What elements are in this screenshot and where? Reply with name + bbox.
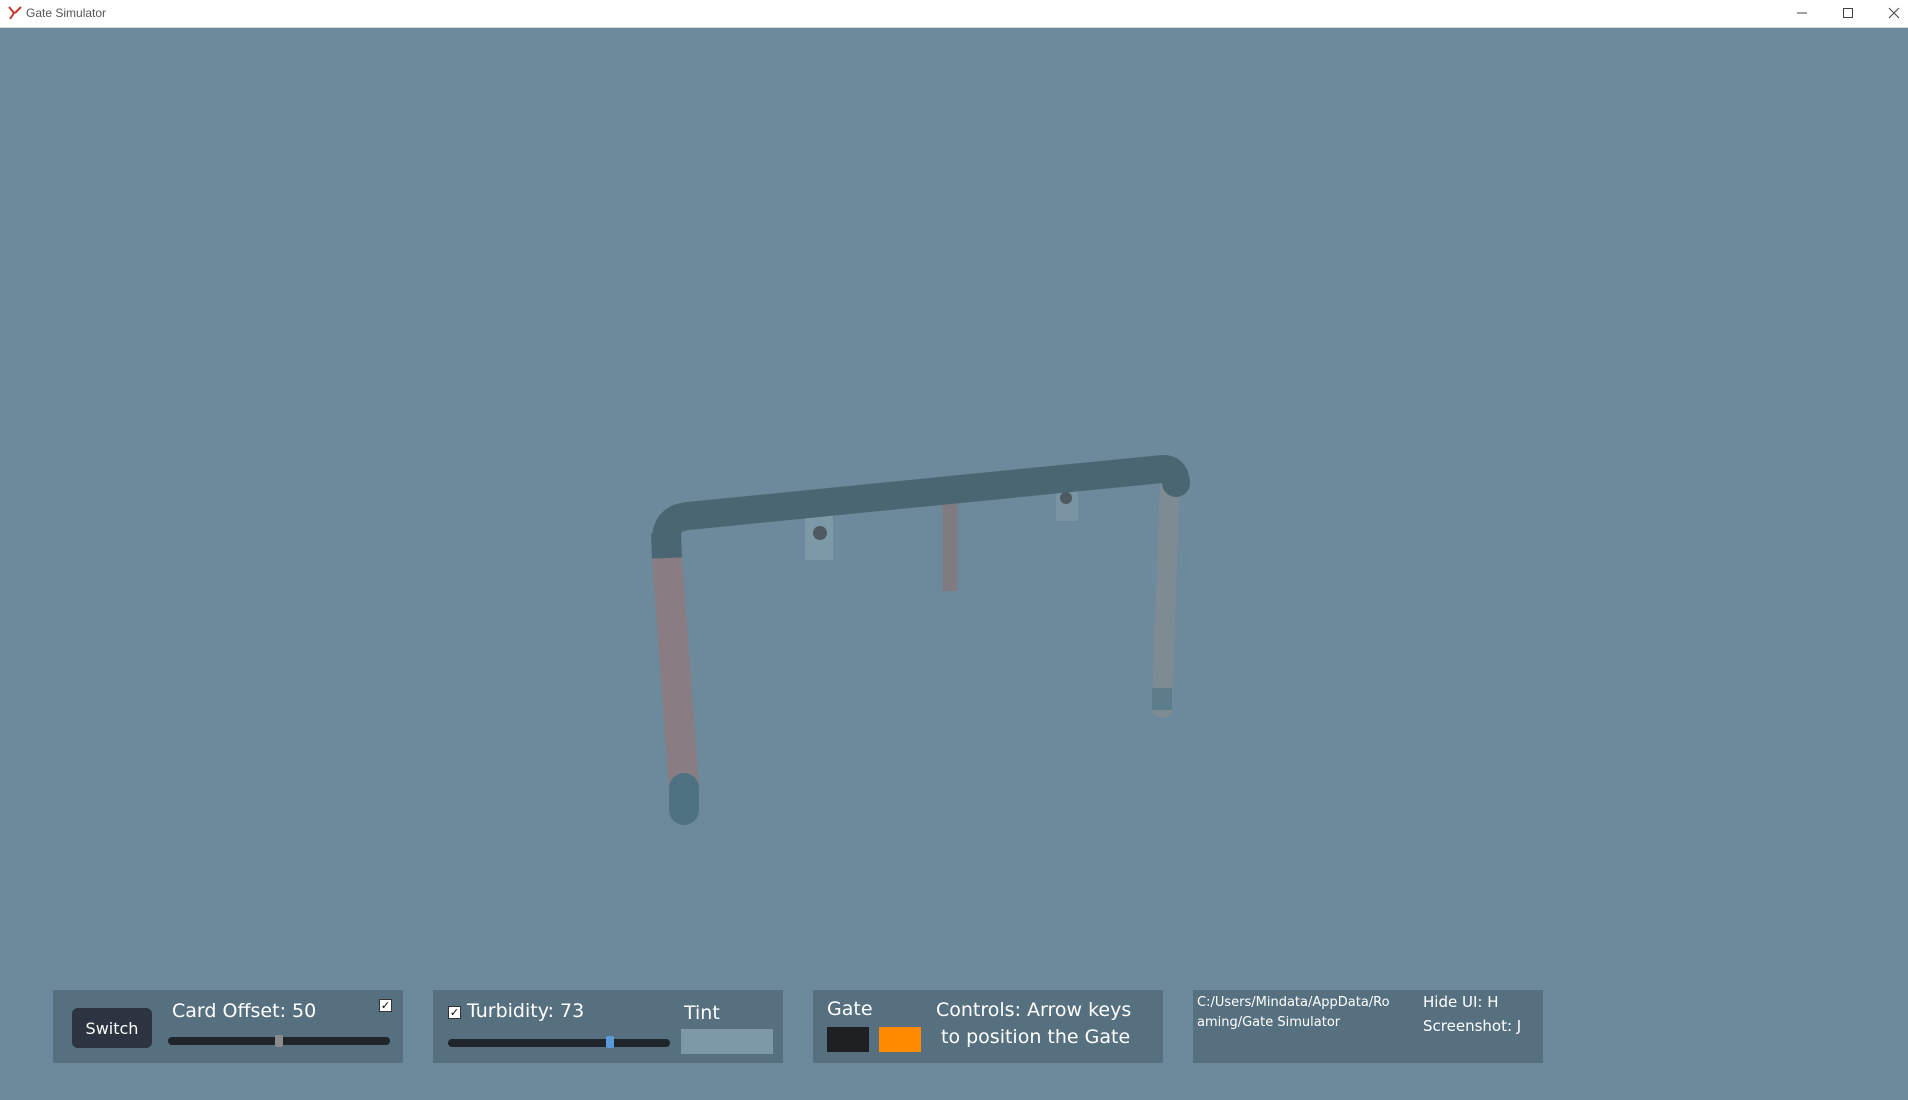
gate-color-orange-swatch[interactable]	[879, 1027, 921, 1052]
turbidity-slider[interactable]	[448, 1039, 670, 1047]
minimize-icon	[1797, 12, 1807, 14]
tint-label: Tint	[684, 1002, 720, 1024]
window-titlebar: Gate Simulator	[0, 0, 1908, 28]
gate-panel: Gate Controls: Arrow keys to position th…	[813, 990, 1163, 1063]
card-offset-checkbox[interactable]: ✓	[379, 999, 392, 1012]
controls-line-1: Controls: Arrow keys	[936, 999, 1132, 1021]
maximize-icon	[1843, 8, 1853, 18]
screenshot-hint: Screenshot: J	[1423, 1017, 1522, 1035]
switch-button[interactable]: Switch	[72, 1008, 152, 1048]
simulation-viewport[interactable]	[0, 28, 1908, 1096]
close-icon	[1888, 7, 1900, 19]
app-logo-icon	[8, 6, 22, 20]
card-right-figure	[1060, 492, 1072, 504]
gate-left-post-top	[651, 532, 682, 559]
save-path-line-2: aming/Gate Simulator	[1197, 1015, 1341, 1030]
gate-scene	[651, 454, 1190, 825]
maximize-button[interactable]	[1826, 0, 1870, 26]
card-left-figure	[813, 526, 827, 540]
gate-top-bar	[652, 454, 1190, 554]
info-panel: C:/Users/Mindata/AppData/Ro aming/Gate S…	[1193, 990, 1543, 1063]
tint-color-field[interactable]	[681, 1029, 773, 1054]
turbidity-slider-thumb[interactable]	[606, 1036, 615, 1048]
gate-label: Gate	[827, 998, 873, 1020]
window-title: Gate Simulator	[26, 6, 107, 20]
gate-right-post	[1152, 468, 1180, 718]
turbidity-panel: ✓ Turbidity: 73 Tint	[433, 990, 783, 1063]
turbidity-checkbox[interactable]: ✓	[448, 1006, 461, 1019]
gate-left-post	[652, 556, 699, 790]
hide-ui-hint: Hide UI: H	[1423, 993, 1499, 1011]
close-button[interactable]	[1872, 0, 1908, 26]
minimize-button[interactable]	[1780, 0, 1824, 26]
card-offset-panel: Switch Card Offset: 50 ✓	[53, 990, 403, 1063]
card-offset-label: Card Offset: 50	[172, 1000, 317, 1022]
controls-line-2: to position the Gate	[941, 1026, 1131, 1048]
gate-color-dark-swatch[interactable]	[827, 1027, 869, 1052]
card-offset-slider-thumb[interactable]	[275, 1035, 283, 1047]
turbidity-label: Turbidity: 73	[467, 1000, 585, 1022]
save-path-line-1: C:/Users/Mindata/AppData/Ro	[1197, 995, 1390, 1010]
